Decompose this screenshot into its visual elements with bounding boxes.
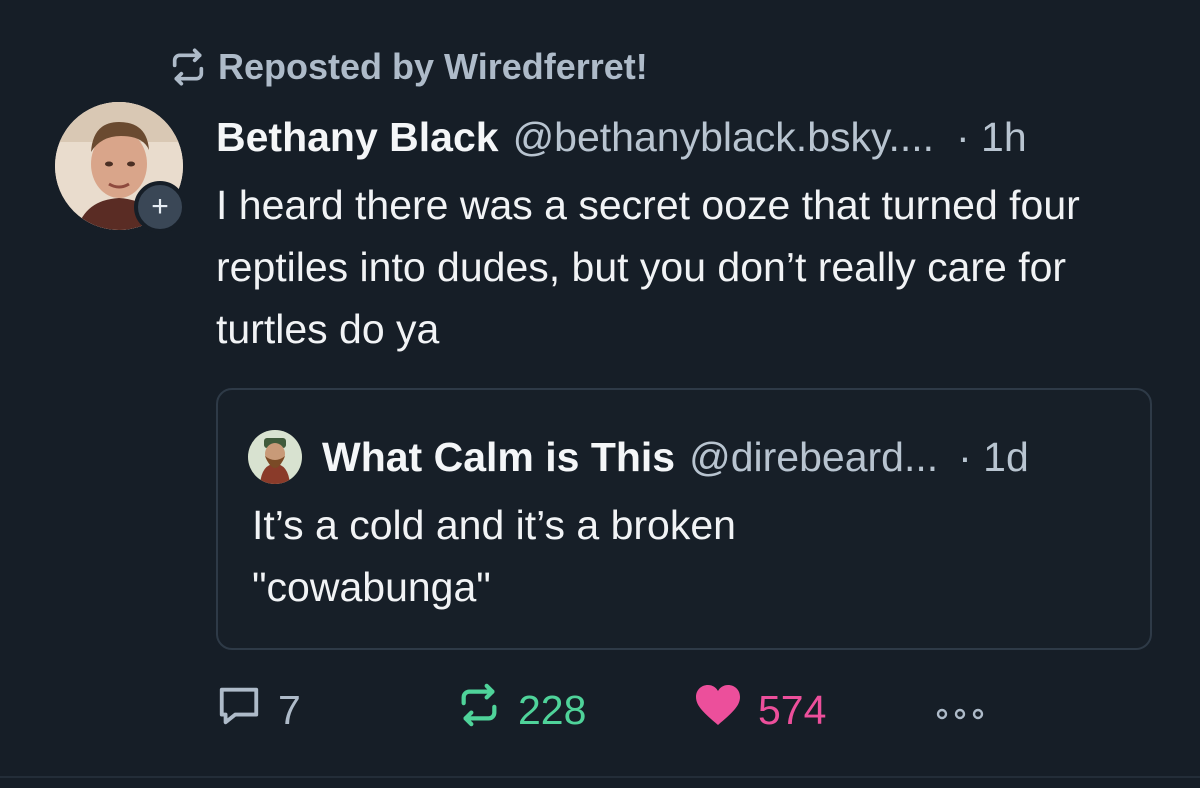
repost-action-icon [456, 682, 502, 738]
quoted-author-line: What Calm is This @direbeard... · 1d [248, 430, 1029, 484]
reply-icon [216, 682, 262, 738]
quoted-post-timestamp[interactable]: · 1d [958, 434, 1029, 481]
reply-count: 7 [278, 686, 301, 733]
post-text: I heard there was a secret ooze that tur… [216, 182, 1080, 352]
reply-button[interactable]: 7 [216, 680, 301, 740]
quoted-author-avatar[interactable] [248, 430, 302, 484]
ellipsis-icon [934, 687, 986, 734]
post-action-bar: 7 228 574 [216, 680, 1016, 740]
post-timestamp[interactable]: · 1h [956, 110, 1027, 164]
repost-count: 228 [518, 686, 587, 733]
like-count: 574 [758, 686, 827, 733]
repost-icon [168, 47, 208, 87]
quoted-post-text: It’s a cold and it’s a broken "cowabunga… [252, 494, 736, 618]
author-handle[interactable]: @bethanyblack.bsky.... [513, 110, 934, 164]
more-options-button[interactable] [934, 680, 986, 740]
repost-button[interactable]: 228 [456, 680, 586, 740]
post-divider [0, 776, 1200, 778]
quoted-author-name[interactable]: What Calm is This [322, 434, 675, 481]
heart-icon [694, 682, 742, 738]
author-line: Bethany Black @bethanyblack.bsky.... · 1… [216, 110, 1166, 164]
post-content: Bethany Black @bethanyblack.bsky.... · 1… [216, 110, 1166, 360]
reposted-by-line[interactable]: Reposted by Wiredferret! [168, 46, 648, 88]
reposted-by-label: Reposted by Wiredferret! [218, 46, 648, 87]
quoted-text-line-1: It’s a cold and it’s a broken [252, 502, 736, 548]
like-button[interactable]: 574 [694, 680, 826, 740]
quoted-author-handle[interactable]: @direbeard... [689, 434, 938, 481]
quoted-post-card[interactable]: What Calm is This @direbeard... · 1d It’… [216, 388, 1152, 650]
plus-icon: + [151, 190, 169, 223]
author-avatar-container[interactable]: + [55, 102, 186, 233]
author-name[interactable]: Bethany Black [216, 110, 499, 164]
quoted-text-line-2: "cowabunga" [252, 564, 491, 610]
post-feed-item[interactable]: Reposted by Wiredferret! + Bethany Black… [0, 0, 1200, 788]
follow-plus-button[interactable]: + [134, 181, 186, 233]
